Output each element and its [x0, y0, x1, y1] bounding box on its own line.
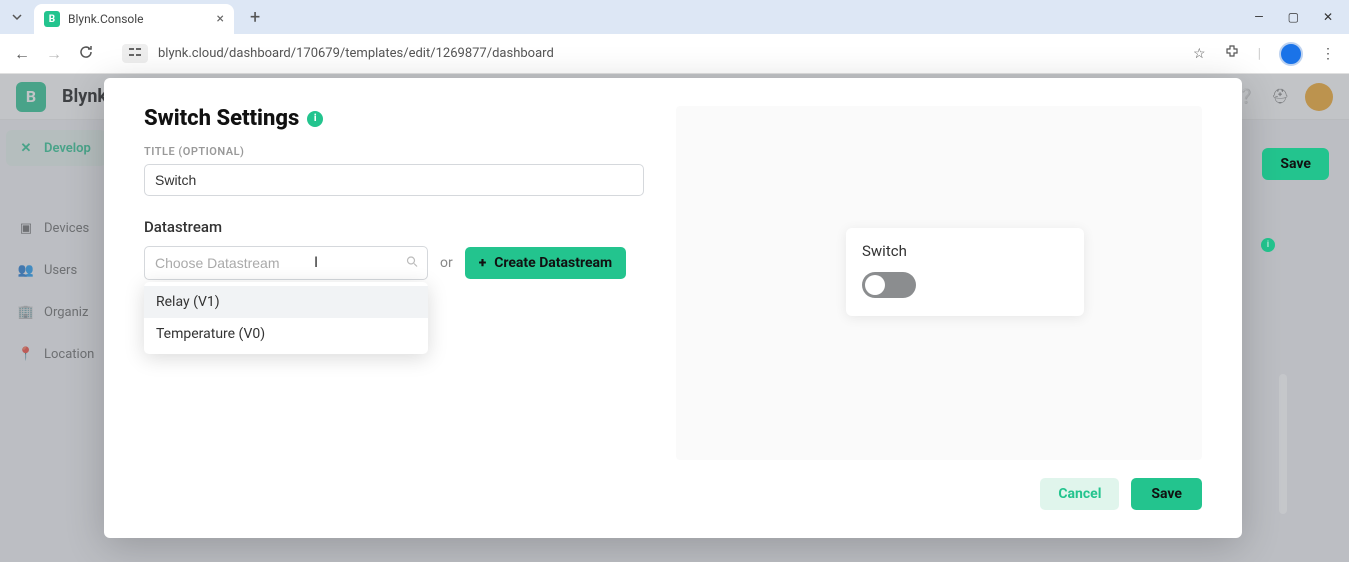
save-button[interactable]: Save: [1131, 478, 1202, 510]
title-field-label: TITLE (OPTIONAL): [144, 145, 644, 158]
datastream-dropdown: Relay (V1) Temperature (V0): [144, 282, 428, 354]
tab-title: Blynk.Console: [68, 12, 209, 26]
create-datastream-button[interactable]: + Create Datastream: [465, 247, 626, 279]
url-field[interactable]: blynk.cloud/dashboard/170679/templates/e…: [110, 44, 1177, 63]
switch-widget-preview: Switch: [846, 228, 1084, 316]
toggle-knob: [865, 275, 885, 295]
url-text: blynk.cloud/dashboard/170679/templates/e…: [158, 46, 554, 61]
site-settings-icon[interactable]: [122, 44, 148, 63]
nav-forward-icon[interactable]: →: [46, 44, 62, 64]
tab-list-dropdown[interactable]: [8, 8, 26, 26]
search-icon: [406, 256, 418, 271]
scrollbar-thumb[interactable]: [1279, 374, 1287, 514]
tab-close-icon[interactable]: ×: [217, 11, 224, 27]
modal-title: Switch Settings i: [144, 106, 644, 131]
switch-toggle[interactable]: [862, 272, 916, 298]
address-bar: ← → blynk.cloud/dashboard/170679/templat…: [0, 34, 1349, 74]
browser-menu-icon[interactable]: ⋮: [1321, 46, 1335, 62]
extensions-icon[interactable]: [1224, 44, 1240, 64]
widget-title: Switch: [862, 242, 1068, 260]
browser-tab[interactable]: B Blynk.Console ×: [34, 4, 234, 34]
favicon: B: [44, 11, 60, 27]
datastream-select[interactable]: I Relay (V1) Temperature (V0): [144, 246, 428, 280]
or-text: or: [440, 255, 453, 271]
dropdown-option[interactable]: Relay (V1): [144, 286, 428, 318]
window-minimize-icon[interactable]: —: [1254, 10, 1263, 24]
page-save-button[interactable]: Save: [1262, 148, 1329, 180]
bookmark-icon[interactable]: ☆: [1193, 46, 1206, 62]
widget-preview-area: Switch: [676, 106, 1202, 460]
profile-avatar-icon[interactable]: [1279, 42, 1303, 66]
datastream-label: Datastream: [144, 218, 644, 236]
window-maximize-icon[interactable]: ▢: [1288, 10, 1299, 24]
plus-icon: +: [479, 255, 486, 271]
title-input[interactable]: [144, 164, 644, 196]
cancel-button[interactable]: Cancel: [1040, 478, 1119, 510]
datastream-input[interactable]: [144, 246, 428, 280]
info-icon[interactable]: i: [307, 111, 323, 127]
switch-settings-modal: Switch Settings i TITLE (OPTIONAL) Datas…: [104, 78, 1242, 538]
nav-back-icon[interactable]: ←: [14, 44, 30, 64]
info-badge-icon[interactable]: i: [1261, 238, 1275, 252]
window-close-icon[interactable]: ✕: [1323, 10, 1333, 24]
dropdown-option[interactable]: Temperature (V0): [144, 318, 428, 350]
browser-tab-strip: B Blynk.Console × + — ▢ ✕: [0, 0, 1349, 34]
reload-icon[interactable]: [78, 44, 94, 64]
new-tab-button[interactable]: +: [242, 7, 268, 28]
